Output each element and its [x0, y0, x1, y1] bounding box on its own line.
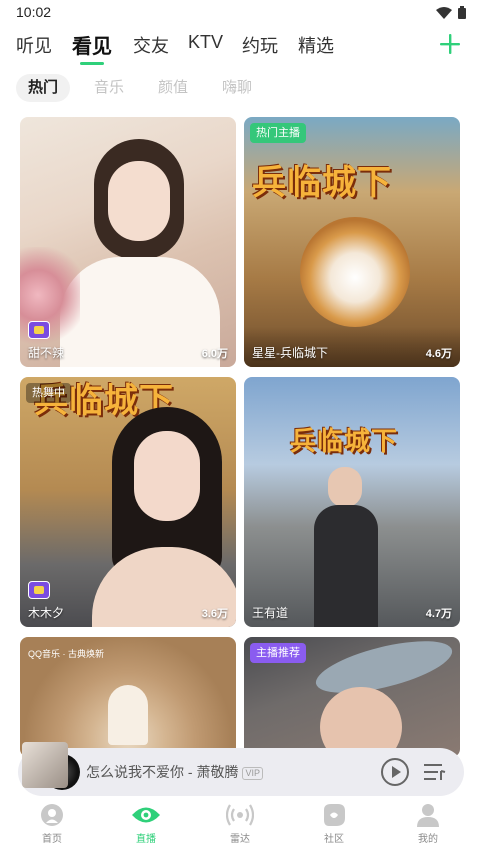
- game-banner: 兵临城下: [252, 164, 392, 202]
- live-card[interactable]: 甜不辣 6.0万: [20, 117, 236, 367]
- wifi-icon: [436, 6, 452, 19]
- nav-community[interactable]: 社区: [304, 802, 364, 845]
- streamer-face: [134, 431, 200, 521]
- mini-player[interactable]: 怎么说我不爱你 - 萧敬腾 VIP: [18, 742, 464, 796]
- nav-home-label: 首页: [42, 834, 62, 845]
- card-name: 木木夕: [28, 606, 65, 620]
- tab-featured[interactable]: 精选: [298, 32, 334, 58]
- viewer-count: 4.6万: [425, 348, 452, 360]
- bottom-nav: 首页 直播 雷达 社区 我的: [0, 796, 480, 855]
- community-icon: [324, 804, 345, 826]
- profile-icon: [417, 804, 439, 827]
- live-card[interactable]: QQ音乐 · 古典焕新: [20, 637, 236, 757]
- song-title: 怎么说我不爱你 - 萧敬腾: [86, 764, 239, 780]
- tab-ktv[interactable]: KTV: [188, 32, 223, 53]
- playlist-icon[interactable]: [424, 762, 446, 782]
- play-icon[interactable]: [380, 757, 410, 787]
- status-bar: 10:02: [0, 0, 480, 26]
- album-cover[interactable]: [22, 742, 78, 788]
- streamer-face: [328, 467, 362, 507]
- status-icons: [436, 6, 466, 19]
- tab-watch[interactable]: 看见: [72, 30, 112, 65]
- hot-anchor-tag: 热门主播: [250, 123, 306, 143]
- subtab-hot[interactable]: 热门: [16, 74, 71, 102]
- live-card[interactable]: 主播推荐: [244, 637, 460, 757]
- home-icon: [41, 804, 63, 826]
- tab-play[interactable]: 约玩: [242, 32, 278, 58]
- streamer-face: [108, 161, 170, 241]
- tab-friends[interactable]: 交友: [133, 32, 169, 58]
- now-playing-title: 怎么说我不爱你 - 萧敬腾 VIP: [86, 762, 263, 782]
- live-card[interactable]: 兵临城下 热门主播 星星-兵临城下 4.6万: [244, 117, 460, 367]
- viewer-count: 4.7万: [425, 608, 452, 620]
- nav-profile-label: 我的: [418, 834, 438, 845]
- nav-radar-label: 雷达: [230, 834, 250, 845]
- qq-music-label: QQ音乐 · 古典焕新: [28, 649, 104, 659]
- battery-icon: [458, 6, 466, 19]
- streamer-dress: [60, 257, 220, 367]
- viewer-count: 3.6万: [201, 608, 228, 620]
- subtab-chat[interactable]: 嗨聊: [210, 74, 264, 102]
- sub-tabs: 热门 音乐 颜值 嗨聊: [0, 74, 480, 104]
- subtab-music[interactable]: 音乐: [82, 74, 136, 102]
- vip-tag: VIP: [242, 766, 263, 780]
- game-banner: 兵临城下: [290, 426, 399, 456]
- tab-listen[interactable]: 听见: [16, 32, 52, 58]
- nav-community-label: 社区: [324, 834, 344, 845]
- card-name: 星星-兵临城下: [252, 346, 328, 360]
- card-name: 王有道: [252, 606, 289, 620]
- status-time: 10:02: [16, 4, 52, 20]
- live-card[interactable]: 兵临城下 热舞中 木木夕 3.6万: [20, 377, 236, 627]
- dancing-tag: 热舞中: [26, 383, 71, 403]
- live-eye-icon: [132, 807, 160, 823]
- add-button[interactable]: [438, 32, 462, 56]
- shiba-dog: [300, 217, 410, 327]
- nav-radar[interactable]: 雷达: [210, 802, 270, 845]
- top-tabs: 听见 看见 交友 KTV 约玩 精选: [0, 30, 480, 65]
- recommended-tag: 主播推荐: [250, 643, 306, 663]
- music-logo: [108, 685, 148, 745]
- nav-home[interactable]: 首页: [22, 802, 82, 845]
- card-name: 甜不辣: [28, 346, 65, 360]
- streamer-body: [314, 505, 378, 627]
- level-badge: [28, 581, 50, 599]
- level-badge: [28, 321, 50, 339]
- radar-icon: [226, 804, 254, 826]
- live-card[interactable]: 兵临城下 王有道 4.7万: [244, 377, 460, 627]
- subtab-looks[interactable]: 颜值: [146, 74, 200, 102]
- nav-live-label: 直播: [136, 834, 156, 845]
- nav-profile[interactable]: 我的: [398, 802, 458, 845]
- nav-live[interactable]: 直播: [116, 802, 176, 845]
- viewer-count: 6.0万: [201, 348, 228, 360]
- streamer-face: [320, 687, 402, 757]
